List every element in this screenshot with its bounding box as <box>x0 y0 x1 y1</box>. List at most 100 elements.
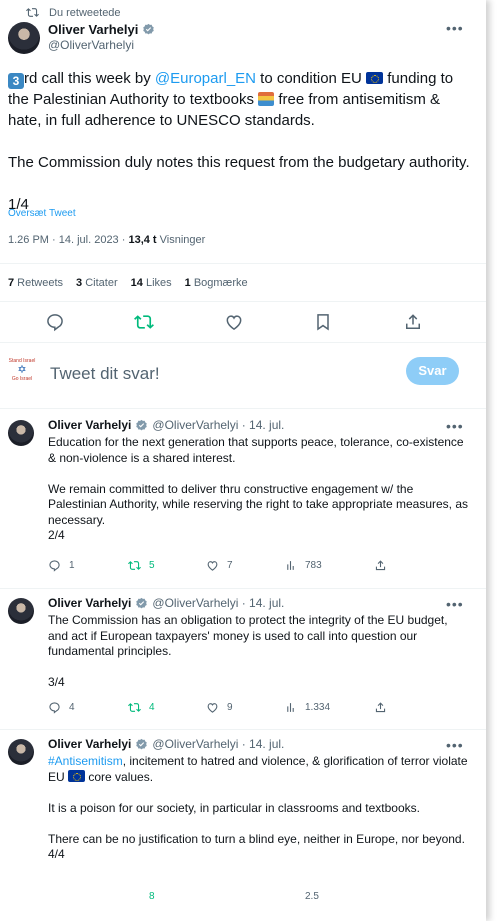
divider <box>0 588 486 589</box>
retweet-action[interactable]: 5 <box>128 559 155 572</box>
tweet-text-part: rd call this week by <box>24 70 155 87</box>
author-name[interactable]: Oliver Varhelyi <box>48 418 131 432</box>
reply-composer: Stand Israel ✡ Go Israel Tweet dit svar!… <box>0 350 486 400</box>
hashtag-link[interactable]: #Antisemitism <box>48 754 123 768</box>
retweet-header: Du retweetede <box>26 6 121 19</box>
retweets-stat[interactable]: 7 Retweets <box>8 277 63 289</box>
likes-label: Likes <box>142 277 172 289</box>
eu-flag-emoji <box>366 72 384 84</box>
tweet-text-part: core values. It is a poison for our soci… <box>48 769 465 862</box>
divider <box>0 301 486 302</box>
divider <box>0 408 486 409</box>
views-bar-chart-icon <box>287 561 294 570</box>
more-options-icon[interactable]: ••• <box>446 596 464 612</box>
tweet-text-paragraph: The Commission duly notes this request f… <box>8 154 470 171</box>
reply-icon <box>49 560 60 572</box>
user-avatar-logo[interactable]: Stand Israel ✡ Go Israel <box>8 358 36 388</box>
translate-tweet-link[interactable]: Oversæt Tweet <box>8 208 76 219</box>
retweets-label: Retweets <box>14 277 64 289</box>
retweet-icon[interactable] <box>134 312 154 332</box>
verified-badge-icon <box>136 419 148 430</box>
views-action[interactable]: 783 <box>284 559 322 572</box>
reply-button[interactable]: Svar <box>406 357 459 385</box>
reply-input[interactable]: Tweet dit svar! <box>50 364 160 384</box>
quotes-label: Citater <box>82 277 118 289</box>
reply-icon[interactable] <box>45 312 65 332</box>
eu-flag-emoji <box>68 769 86 782</box>
likes-stat[interactable]: 14 Likes <box>131 277 172 289</box>
like-count: 7 <box>227 560 233 571</box>
avatar[interactable] <box>8 739 34 765</box>
verified-badge-icon <box>136 738 148 749</box>
retweet-action[interactable]: 8 <box>128 891 155 902</box>
mention-link[interactable]: @Europarl_EN <box>155 70 256 87</box>
thread-tweet[interactable]: Oliver Varhelyi @OliverVarhelyi · 14. ju… <box>0 590 486 726</box>
main-tweet-actions <box>0 312 486 334</box>
author-name[interactable]: Oliver Varhelyi <box>48 22 138 37</box>
more-options-icon[interactable]: ••• <box>446 737 464 753</box>
divider <box>0 263 486 264</box>
thread-tweet[interactable]: Oliver Varhelyi @OliverVarhelyi · 14. ju… <box>0 412 486 588</box>
tweet-thread-page: Du retweetede ••• Oliver Varhelyi @Olive… <box>0 0 486 921</box>
tweet-text: Education for the next generation that s… <box>48 435 468 542</box>
likes-count: 14 <box>130 277 143 289</box>
retweet-count: 8 <box>149 891 155 902</box>
tweet-action-bar: 8 2.5 <box>48 891 408 907</box>
author-handle-date[interactable]: @OliverVarhelyi · 14. jul. <box>152 418 284 432</box>
divider <box>0 729 486 730</box>
thread-tweet[interactable]: Oliver Varhelyi @OliverVarhelyi · 14. ju… <box>0 731 486 921</box>
like-action[interactable]: 9 <box>206 701 233 714</box>
main-tweet-author: Oliver Varhelyi @OliverVarhelyi <box>8 22 155 54</box>
keycap-three-emoji: 3 <box>8 73 24 89</box>
like-heart-icon <box>207 561 218 571</box>
retweet-header-label: Du retweetede <box>49 6 121 19</box>
views-count: 2.5 <box>305 891 319 902</box>
tweet-timestamp[interactable]: 1.26 PM · 14. jul. 2023 · <box>8 234 128 246</box>
tweet-action-bar: 4 4 9 1.334 <box>48 701 408 717</box>
tweet-stats: 7 Retweets 3 Citater 14 Likes 1 Bogmærke <box>8 277 248 289</box>
views-action[interactable]: 1.334 <box>284 701 330 714</box>
reply-count: 4 <box>69 702 75 713</box>
views-bar-chart-icon <box>287 703 294 712</box>
views-count: 783 <box>305 560 322 571</box>
retweet-icon <box>128 703 141 712</box>
more-options-icon[interactable]: ••• <box>446 20 464 36</box>
tweet-action-bar: 1 5 7 783 <box>48 559 408 575</box>
like-heart-icon <box>207 703 218 713</box>
avatar[interactable] <box>8 22 40 54</box>
tweet-meta: 1.26 PM · 14. jul. 2023 · 13,4 t Visning… <box>8 234 205 246</box>
views-action[interactable]: 2.5 <box>284 891 319 902</box>
views-count: 13,4 t <box>128 234 157 246</box>
share-action[interactable] <box>374 701 387 714</box>
like-action[interactable]: 7 <box>206 559 233 572</box>
bookmarks-label: Bogmærke <box>190 277 248 289</box>
retweet-count: 5 <box>149 560 155 571</box>
share-action[interactable] <box>374 559 387 572</box>
retweet-icon <box>26 8 39 17</box>
divider <box>0 342 486 343</box>
reply-count: 1 <box>69 560 75 571</box>
avatar[interactable] <box>8 598 34 624</box>
author-handle[interactable]: @OliverVarhelyi <box>48 38 155 52</box>
author-handle-date[interactable]: @OliverVarhelyi · 14. jul. <box>152 596 284 610</box>
author-name[interactable]: Oliver Varhelyi <box>48 596 131 610</box>
retweet-action[interactable]: 4 <box>128 701 155 714</box>
author-name[interactable]: Oliver Varhelyi <box>48 737 131 751</box>
share-icon[interactable] <box>403 312 423 332</box>
star-of-david-icon: ✡ <box>17 364 27 376</box>
retweet-icon <box>128 561 141 570</box>
author-handle-date[interactable]: @OliverVarhelyi · 14. jul. <box>152 737 284 751</box>
like-heart-icon[interactable] <box>224 312 244 332</box>
tweet-text: #Antisemitism, incitement to hatred and … <box>48 754 468 863</box>
quotes-stat[interactable]: 3 Citater <box>76 277 118 289</box>
bookmark-icon[interactable] <box>313 312 333 332</box>
more-options-icon[interactable]: ••• <box>446 418 464 434</box>
reply-action[interactable]: 1 <box>48 559 75 572</box>
bookmarks-stat[interactable]: 1 Bogmærke <box>185 277 248 289</box>
verified-badge-icon <box>136 597 148 608</box>
avatar[interactable] <box>8 420 34 446</box>
share-icon <box>375 702 386 713</box>
reply-action[interactable]: 4 <box>48 701 75 714</box>
retweet-count: 4 <box>149 702 155 713</box>
main-tweet-text: 3rd call this week by @Europarl_EN to co… <box>8 68 470 215</box>
